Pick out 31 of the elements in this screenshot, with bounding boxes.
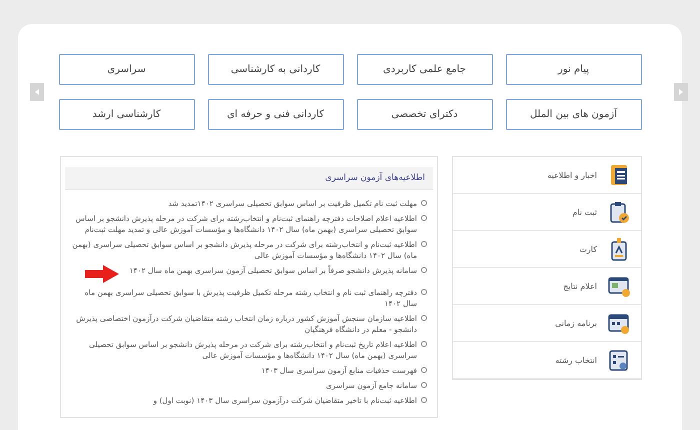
caret-right-icon: [679, 89, 683, 95]
sidebar-item[interactable]: اخبار و اطلاعیه: [453, 157, 641, 194]
sidebar-item[interactable]: کارت: [453, 231, 641, 268]
category-button[interactable]: کارشناسی ارشد: [58, 99, 194, 130]
choice-icon: [607, 348, 631, 372]
bullet-icon: [421, 341, 427, 347]
category-button[interactable]: پیام نور: [506, 54, 642, 85]
bullet-icon: [421, 397, 427, 403]
caret-left-icon: [35, 89, 39, 95]
category-button[interactable]: کاردانی فنی و حرفه ای: [208, 99, 344, 130]
sidebar-item[interactable]: برنامه زمانی: [453, 305, 641, 342]
bullet-icon: [421, 267, 427, 273]
bullet-icon: [421, 315, 427, 321]
bullet-icon: [421, 382, 427, 388]
bullet-icon: [421, 367, 427, 373]
category-button[interactable]: آزمون های بین الملل: [506, 99, 642, 130]
bullet-icon: [421, 200, 427, 206]
sidebar-item[interactable]: انتخاب رشته: [453, 342, 641, 379]
bullet-icon: [421, 241, 427, 247]
bullet-icon: [421, 289, 427, 295]
slider-prev-button[interactable]: [30, 83, 44, 101]
category-button[interactable]: سراسری: [58, 54, 194, 85]
sidebar-item[interactable]: ثبت نام: [453, 194, 641, 231]
sidebar-item[interactable]: اعلام نتایج: [453, 268, 641, 305]
panel-title: اطلاعیه‌های آزمون سراسری: [65, 167, 433, 190]
category-button[interactable]: جامع علمی کاربردی: [356, 54, 492, 85]
category-button[interactable]: کاردانی به کارشناسی: [208, 54, 344, 85]
slider-next-button[interactable]: [674, 83, 688, 101]
category-button[interactable]: دکترای تخصصی: [356, 99, 492, 130]
bullet-icon: [421, 215, 427, 221]
arrow-icon: [85, 265, 120, 283]
